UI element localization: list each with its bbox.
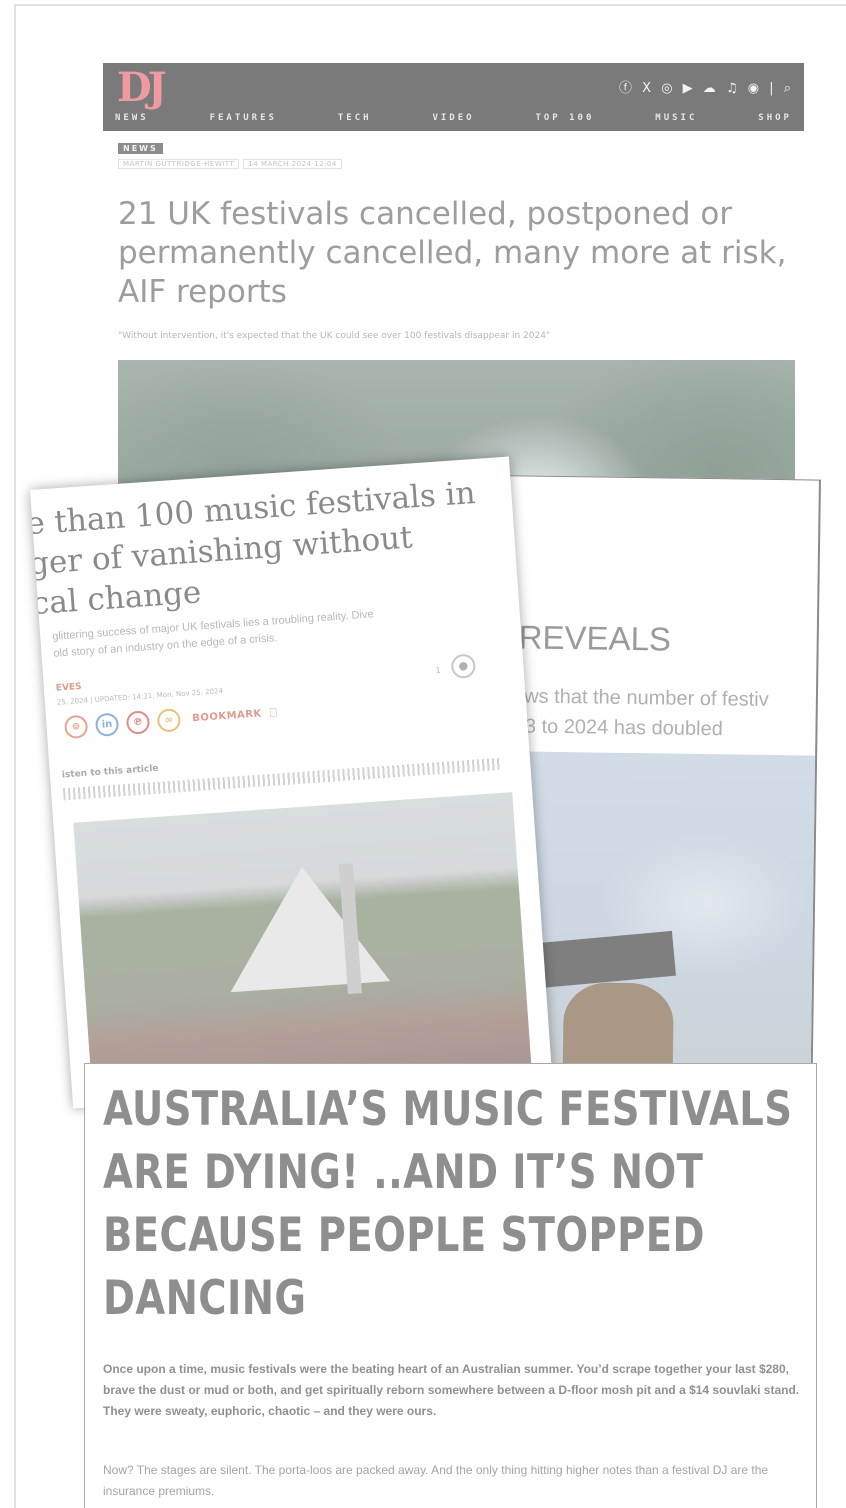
publish-date: 14 MARCH 2024 12:04	[243, 159, 342, 169]
article-meta: MARTIN GUTTRIDGE-HEWITT 14 MARCH 2024 12:…	[118, 159, 346, 169]
social-icons: ⓕ X ◎ ▶ ☁ ♫ ◉ | ⌕	[619, 81, 794, 96]
nav-shop[interactable]: SHOP	[758, 113, 792, 123]
nav-news[interactable]: NEWS	[115, 113, 149, 123]
tilted-clipping: e than 100 music festivals in ger of van…	[30, 456, 553, 1109]
djmag-subhead: "Without intervention, it's expected tha…	[118, 331, 551, 341]
byline: EVES	[55, 681, 82, 694]
rear-headline: REVEALS	[518, 618, 672, 658]
bookmark-button[interactable]: BOOKMARK	[192, 708, 262, 724]
nav-features[interactable]: FEATURES	[210, 113, 277, 123]
australia-clipping: AUSTRALIA’S MUSIC FESTIVALS ARE DYING! .…	[84, 1063, 817, 1508]
australia-headline: AUSTRALIA’S MUSIC FESTIVALS ARE DYING! .…	[103, 1082, 793, 1326]
djmag-logo: DJ	[117, 64, 167, 111]
australia-body: Now? The stages are silent. The porta-lo…	[103, 1463, 769, 1498]
share-reddit-icon[interactable]: ⊚	[63, 714, 89, 740]
rear-subhead: shows that the number of festiv 2023 to …	[491, 685, 769, 741]
share-pinterest-icon[interactable]: ℗	[125, 710, 151, 735]
nav-music[interactable]: MUSIC	[655, 113, 697, 123]
audio-waveform[interactable]	[62, 757, 503, 801]
share-link-icon[interactable]: ∞	[156, 708, 182, 733]
djmag-nav: NEWS FEATURES TECH VIDEO TOP 100 MUSIC S…	[103, 113, 804, 123]
pyramid-shape	[222, 861, 391, 993]
author: MARTIN GUTTRIDGE-HEWITT	[118, 159, 240, 169]
share-linkedin-icon[interactable]: in	[94, 712, 120, 737]
djmag-header-bar: DJ ⓕ X ◎ ▶ ☁ ♫ ◉ | ⌕ NEWS FEATURES TECH …	[103, 63, 804, 131]
nav-tech[interactable]: TECH	[338, 113, 372, 123]
tilted-headline: e than 100 music festivals in ger of van…	[30, 474, 477, 623]
bookmark-icon[interactable]: ⎕	[269, 705, 277, 720]
category-tag: NEWS	[118, 143, 163, 154]
comment-icon[interactable]: ●	[450, 653, 477, 680]
nav-video[interactable]: VIDEO	[432, 113, 474, 123]
listen-label: isten to this article	[61, 763, 159, 781]
djmag-headline: 21 UK festivals cancelled, postponed or …	[118, 196, 787, 310]
comment-count: 1	[435, 665, 441, 676]
nav-top100[interactable]: TOP 100	[535, 113, 594, 123]
share-row: ⊚ in ℗ ∞ BOOKMARK ⎕	[63, 701, 278, 740]
australia-intro: Once upon a time, music festivals were t…	[103, 1362, 800, 1418]
